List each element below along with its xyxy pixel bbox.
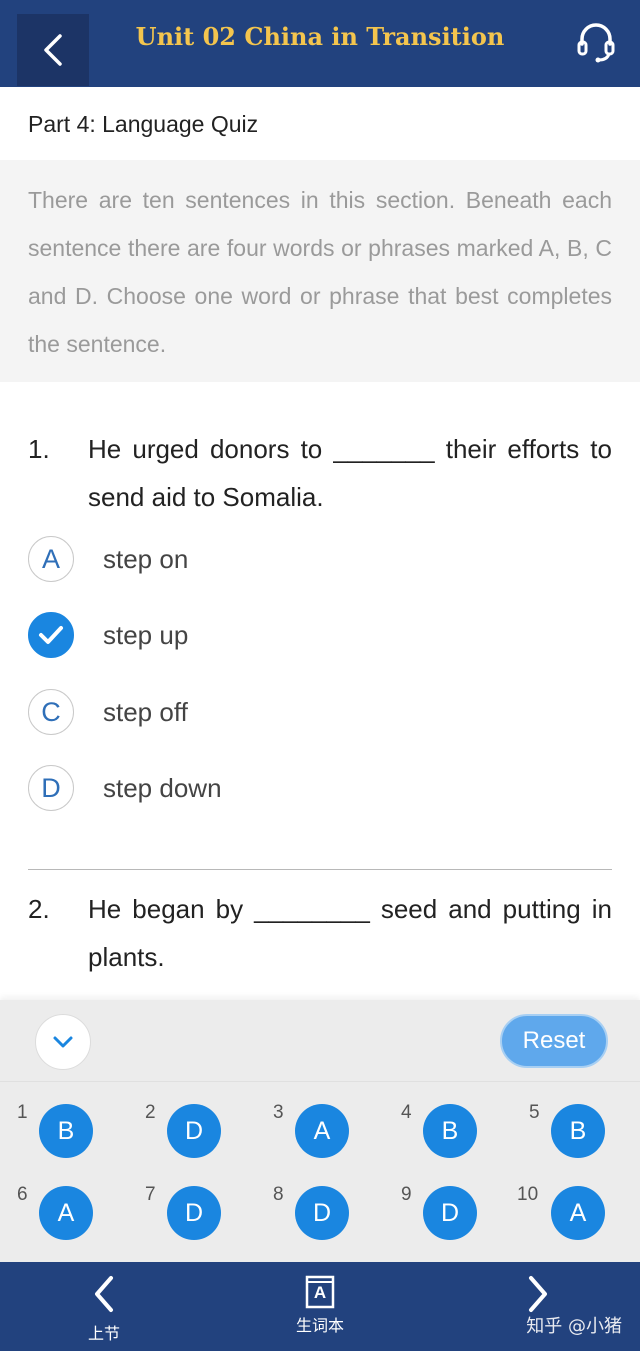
answer-cell[interactable]: 2 D bbox=[128, 1082, 256, 1164]
question-2: 2. He began by ________ seed and putting… bbox=[28, 885, 612, 985]
option-text: step down bbox=[103, 772, 222, 803]
option-text: step on bbox=[103, 543, 189, 574]
answer-number: 8 bbox=[273, 1184, 284, 1205]
question-number: 2. bbox=[28, 894, 50, 924]
option-c[interactable]: C step off bbox=[28, 688, 188, 736]
answer-badge: D bbox=[295, 1186, 349, 1240]
chevron-left-icon bbox=[44, 34, 62, 66]
option-text: step off bbox=[103, 696, 188, 727]
chevron-down-icon bbox=[53, 1036, 73, 1048]
question-number: 1. bbox=[28, 434, 50, 464]
instructions-text: There are ten sentences in this section.… bbox=[0, 160, 640, 382]
vocabulary-button[interactable]: A 生词本 bbox=[280, 1262, 360, 1351]
chevron-right-icon bbox=[529, 1276, 547, 1312]
question-text: He began by ________ seed and putting in… bbox=[88, 894, 612, 972]
page-title: Unit 02 China in Transition bbox=[135, 22, 505, 51]
answer-number: 6 bbox=[17, 1184, 28, 1205]
answer-number: 9 bbox=[401, 1184, 412, 1205]
answer-number: 5 bbox=[529, 1102, 540, 1123]
prev-section-button[interactable]: 上节 bbox=[64, 1262, 144, 1351]
option-letter-c: C bbox=[28, 689, 74, 735]
option-text: step up bbox=[103, 619, 189, 650]
answer-grid: 1 B 2 D 3 A 4 B 5 B 6 A 7 D 8 D 9 D 10 A bbox=[0, 1082, 640, 1262]
vocabulary-label: 生词本 bbox=[295, 1316, 344, 1335]
answer-number: 3 bbox=[273, 1102, 284, 1123]
answer-panel: Reset 1 B 2 D 3 A 4 B 5 B 6 A 7 D 8 D 9 … bbox=[0, 1000, 640, 1262]
answer-badge: A bbox=[295, 1104, 349, 1158]
option-a[interactable]: A step on bbox=[28, 535, 188, 583]
answer-badge: A bbox=[551, 1186, 605, 1240]
question-divider bbox=[28, 869, 612, 870]
chevron-left-icon bbox=[95, 1276, 113, 1312]
answer-cell[interactable]: 9 D bbox=[384, 1164, 512, 1246]
answer-cell[interactable]: 5 B bbox=[512, 1082, 640, 1164]
vocabulary-icon-letter: A bbox=[313, 1283, 327, 1302]
answer-cell[interactable]: 3 A bbox=[256, 1082, 384, 1164]
answer-cell[interactable]: 6 A bbox=[0, 1164, 128, 1246]
reset-button[interactable]: Reset bbox=[500, 1014, 608, 1068]
answer-cell[interactable]: 10 A bbox=[512, 1164, 640, 1246]
question-text: He urged donors to _______ their efforts… bbox=[88, 434, 612, 512]
answer-badge: D bbox=[167, 1104, 221, 1158]
answer-cell[interactable]: 8 D bbox=[256, 1164, 384, 1246]
answer-badge: D bbox=[423, 1186, 477, 1240]
answer-badge: D bbox=[167, 1186, 221, 1240]
answer-cell[interactable]: 4 B bbox=[384, 1082, 512, 1164]
answer-number: 2 bbox=[145, 1102, 156, 1123]
answer-number: 7 bbox=[145, 1184, 156, 1205]
bottom-nav: 上节 A 生词本 知乎 @小猪 bbox=[0, 1262, 640, 1351]
answer-badge: B bbox=[39, 1104, 93, 1158]
collapse-panel-button[interactable] bbox=[35, 1014, 91, 1070]
option-b[interactable]: step up bbox=[28, 611, 188, 659]
answer-cell[interactable]: 1 B bbox=[0, 1082, 128, 1164]
option-letter-a: A bbox=[28, 536, 74, 582]
question-1: 1. He urged donors to _______ their effo… bbox=[28, 425, 612, 525]
option-letter-d: D bbox=[28, 765, 74, 811]
answer-cell[interactable]: 7 D bbox=[128, 1164, 256, 1246]
answer-number: 10 bbox=[517, 1184, 539, 1205]
section-title: Part 4: Language Quiz bbox=[0, 87, 640, 159]
app-header: Unit 02 China in Transition bbox=[0, 0, 640, 87]
watermark-text: 知乎 @小猪 bbox=[526, 1316, 622, 1337]
answer-number: 4 bbox=[401, 1102, 412, 1123]
answer-badge: A bbox=[39, 1186, 93, 1240]
headset-icon bbox=[577, 23, 615, 63]
answer-badge: B bbox=[423, 1104, 477, 1158]
back-button[interactable] bbox=[17, 14, 89, 86]
answer-number: 1 bbox=[17, 1102, 28, 1123]
checkmark-icon bbox=[28, 612, 74, 658]
prev-section-label: 上节 bbox=[87, 1324, 120, 1343]
option-d[interactable]: D step down bbox=[28, 764, 222, 812]
audio-button[interactable] bbox=[576, 20, 616, 64]
answer-badge: B bbox=[551, 1104, 605, 1158]
